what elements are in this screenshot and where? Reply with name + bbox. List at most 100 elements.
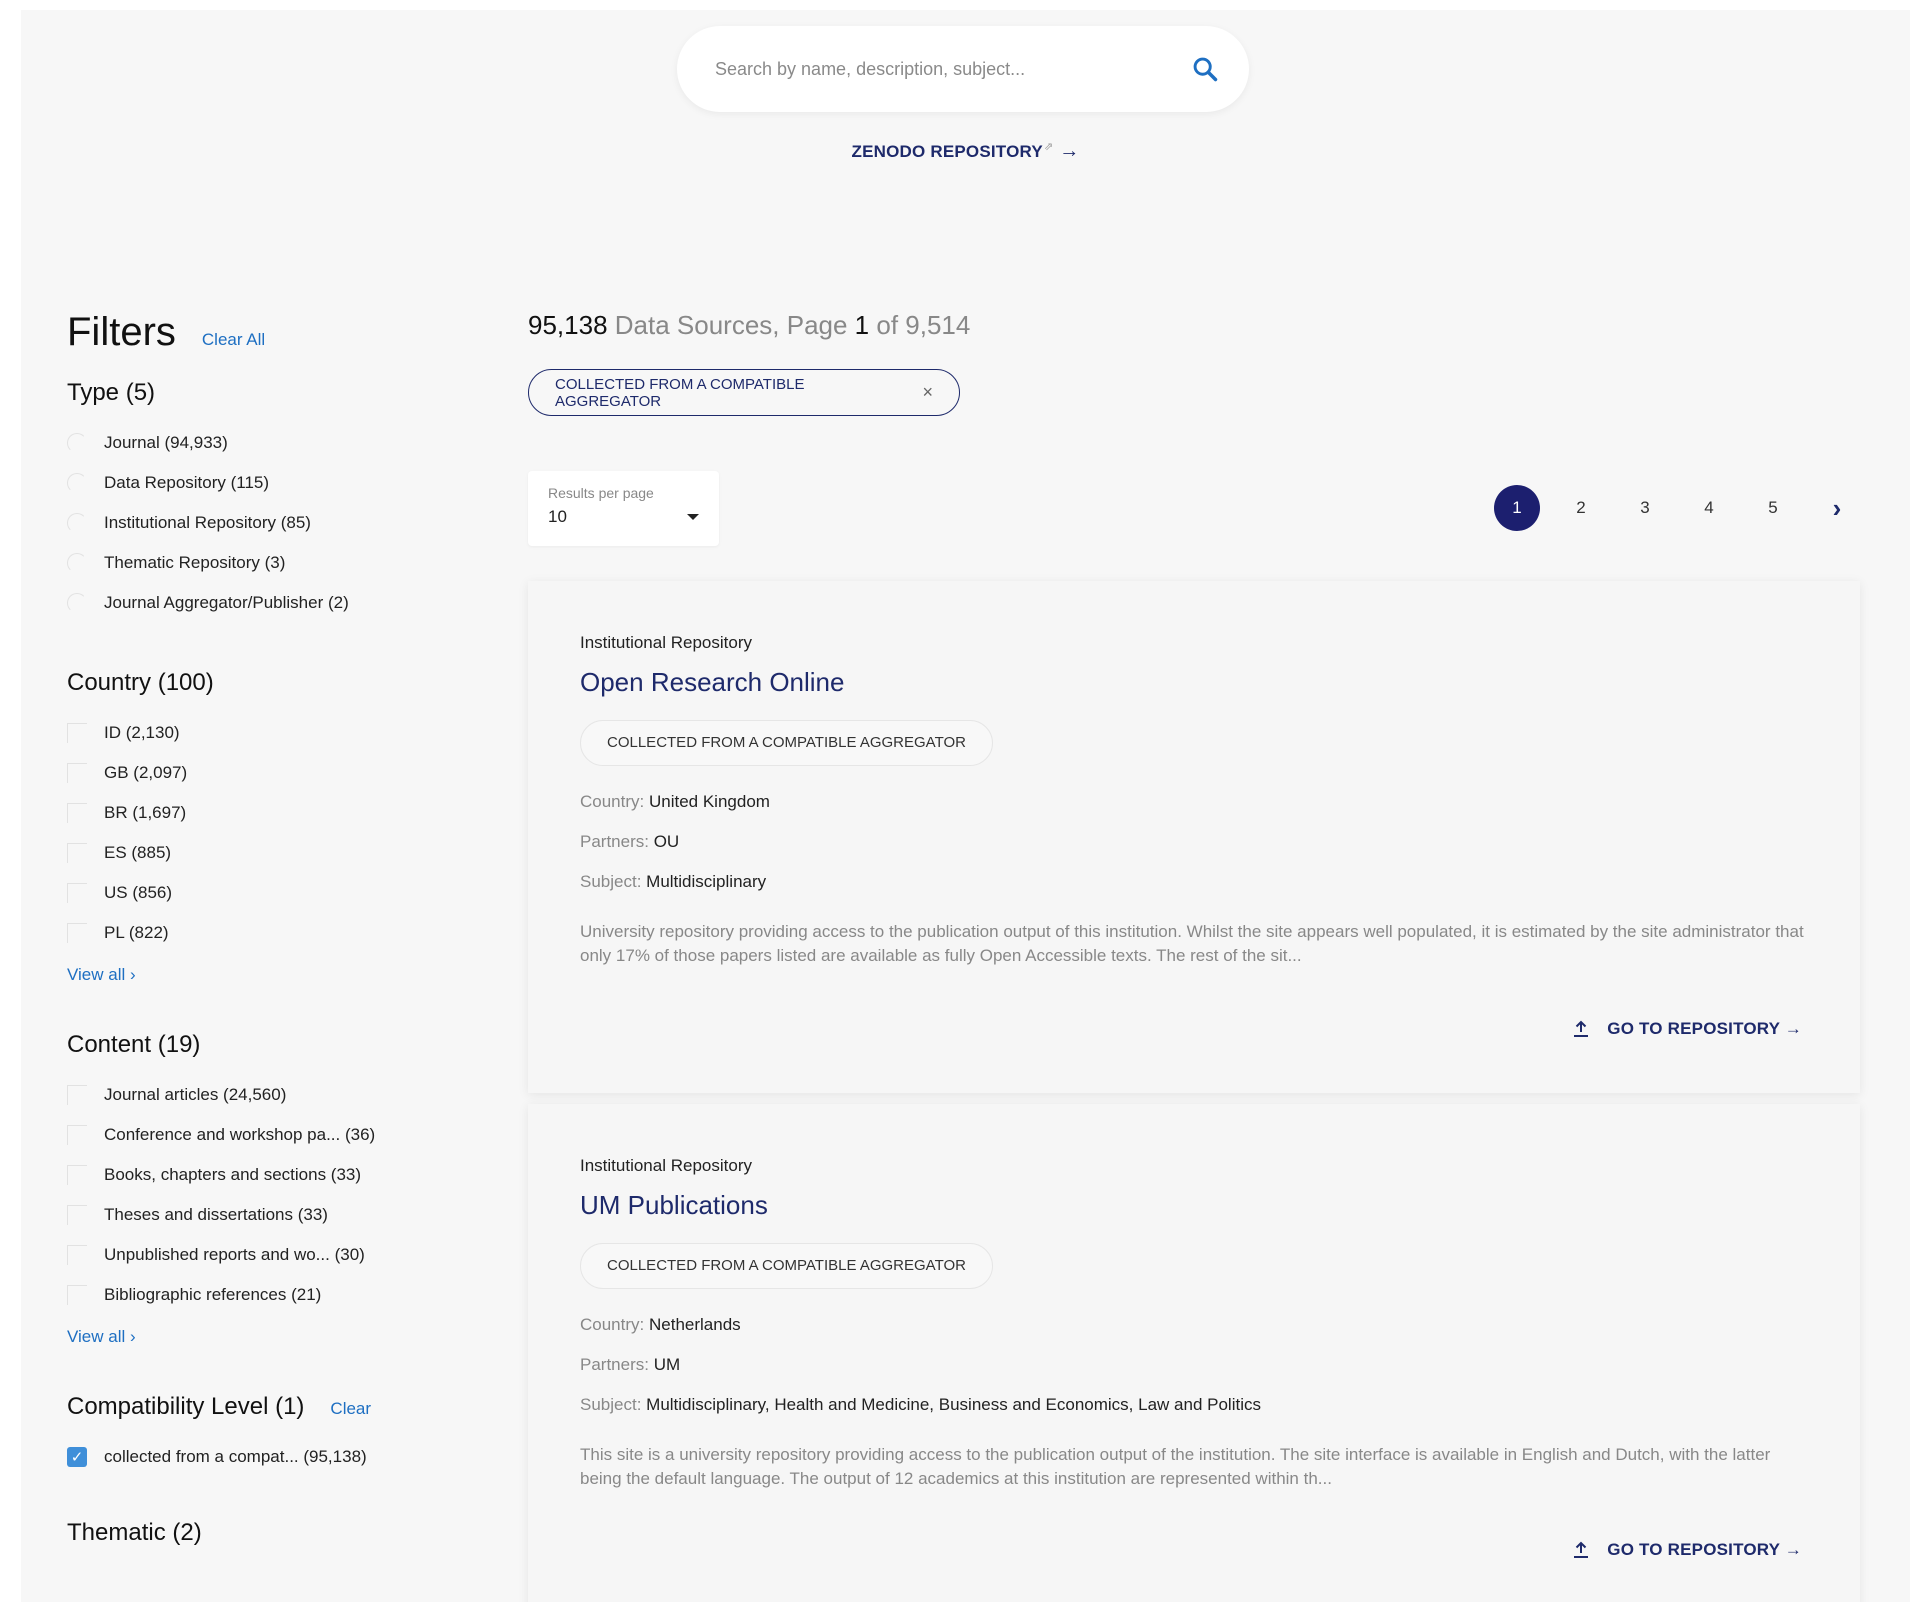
result-card: Institutional Repository UM Publications… (528, 1104, 1860, 1602)
checkbox[interactable] (67, 1085, 87, 1105)
meta-label: Subject: (580, 1395, 647, 1414)
compatibility-badge: COLLECTED FROM A COMPATIBLE AGGREGATOR (580, 1243, 993, 1289)
clear-all-button[interactable]: Clear All (202, 330, 265, 350)
option-label: Theses and dissertations (33) (104, 1205, 328, 1224)
radio[interactable] (67, 433, 87, 453)
pagination: 1 2 3 4 5 › (1494, 485, 1878, 531)
compatibility-clear-button[interactable]: Clear (330, 1399, 371, 1419)
radio[interactable] (67, 473, 87, 493)
page-button-1[interactable]: 1 (1494, 485, 1540, 531)
checkbox[interactable] (67, 1205, 87, 1225)
filter-group-country: Country (100) ID (2,130) GB (2,097) BR (… (67, 669, 467, 985)
filter-group-content: Content (19) Journal articles (24,560) C… (67, 1031, 467, 1347)
option-label: Thematic Repository (3) (104, 553, 286, 572)
country-option[interactable]: BR (1,697) (67, 793, 467, 833)
option-label: Bibliographic references (21) (104, 1285, 322, 1304)
radio[interactable] (67, 593, 87, 613)
results-of: of (869, 310, 906, 340)
type-option-journal-aggregator[interactable]: Journal Aggregator/Publisher (2) (67, 583, 467, 623)
group-title-compatibility: Compatibility Level (1) Clear (67, 1393, 467, 1421)
radio[interactable] (67, 513, 87, 533)
content-option[interactable]: Journal articles (24,560) (67, 1075, 467, 1115)
meta-value: OU (653, 832, 680, 851)
card-subject: Subject: Multidisciplinary, Health and M… (580, 1395, 1808, 1415)
checkbox[interactable] (67, 923, 87, 943)
type-option-institutional-repository[interactable]: Institutional Repository (85) (67, 503, 467, 543)
meta-value: UM (653, 1355, 681, 1374)
checkbox[interactable] (67, 843, 87, 863)
content-view-all-link[interactable]: View all › (67, 1327, 136, 1347)
zenodo-label[interactable]: ZENODO REPOSITORY (852, 142, 1043, 161)
search-input[interactable] (715, 58, 1191, 80)
search-icon[interactable] (1191, 55, 1219, 83)
result-card: Institutional Repository Open Research O… (528, 581, 1860, 1093)
page-button-5[interactable]: 5 (1750, 485, 1796, 531)
checkbox[interactable] (67, 883, 87, 903)
option-label: Journal articles (24,560) (104, 1085, 287, 1104)
card-title-link[interactable]: Open Research Online (580, 667, 1808, 698)
meta-label: Subject: (580, 872, 647, 891)
go-to-repository-button[interactable]: GO TO REPOSITORY → (1571, 1540, 1802, 1560)
go-to-repository-button[interactable]: GO TO REPOSITORY → (1571, 1019, 1802, 1039)
chevron-right-icon[interactable]: › (1814, 485, 1860, 531)
meta-label: Partners: (580, 832, 654, 851)
upload-icon (1574, 1541, 1589, 1558)
content-option[interactable]: Theses and dissertations (33) (67, 1195, 467, 1235)
page-button-4[interactable]: 4 (1686, 485, 1732, 531)
content-option[interactable]: Bibliographic references (21) (67, 1275, 467, 1315)
option-label: Unpublished reports and wo... (30) (104, 1245, 365, 1264)
checkbox[interactable] (67, 1165, 87, 1185)
close-icon[interactable]: × (922, 382, 933, 403)
content-option[interactable]: Books, chapters and sections (33) (67, 1155, 467, 1195)
results-per-page-select[interactable]: Results per page 10 (528, 471, 719, 546)
radio[interactable] (67, 553, 87, 573)
compatibility-option[interactable]: ✓ collected from a compat... (95,138) (67, 1437, 467, 1477)
card-description: University repository providing access t… (580, 922, 1804, 965)
meta-value: Netherlands (648, 1315, 741, 1334)
external-link-icon: ⇗ (1043, 141, 1054, 154)
country-option[interactable]: ES (885) (67, 833, 467, 873)
checkbox[interactable] (67, 1245, 87, 1265)
meta-label: Country: (580, 792, 649, 811)
country-view-all-link[interactable]: View all › (67, 965, 136, 985)
filters-panel: Filters Clear All Type (5) Journal (94,9… (67, 310, 467, 1547)
active-filter-chip[interactable]: COLLECTED FROM A COMPATIBLE AGGREGATOR × (528, 369, 960, 416)
country-option[interactable]: US (856) (67, 873, 467, 913)
checkbox-checked[interactable]: ✓ (67, 1447, 87, 1467)
meta-value: United Kingdom (648, 792, 770, 811)
card-partners: Partners: OU (580, 832, 1808, 852)
country-option[interactable]: PL (822) (67, 913, 467, 953)
option-label: Journal Aggregator/Publisher (2) (104, 593, 349, 612)
type-option-thematic-repository[interactable]: Thematic Repository (3) (67, 543, 467, 583)
compatibility-title: Compatibility Level (1) (67, 1393, 305, 1420)
checkbox[interactable] (67, 803, 87, 823)
option-label: PL (822) (104, 923, 169, 942)
group-title-thematic: Thematic (2) (67, 1519, 202, 1546)
page-button-2[interactable]: 2 (1558, 485, 1604, 531)
checkbox[interactable] (67, 763, 87, 783)
card-title-link[interactable]: UM Publications (580, 1190, 1808, 1221)
option-label: ID (2,130) (104, 723, 180, 742)
results-total: 95,138 (528, 310, 608, 340)
zenodo-repository-link[interactable]: ZENODO REPOSITORY⇗ → (21, 140, 1910, 163)
country-option[interactable]: GB (2,097) (67, 753, 467, 793)
type-option-data-repository[interactable]: Data Repository (115) (67, 463, 467, 503)
results-label: Data Sources, Page (607, 310, 855, 340)
type-option-journal[interactable]: Journal (94,933) (67, 423, 467, 463)
option-label: Journal (94,933) (104, 433, 228, 452)
page-button-3[interactable]: 3 (1622, 485, 1668, 531)
country-option[interactable]: ID (2,130) (67, 713, 467, 753)
search-bar[interactable] (677, 26, 1249, 112)
content-option[interactable]: Conference and workshop pa... (36) (67, 1115, 467, 1155)
option-label: Books, chapters and sections (33) (104, 1165, 362, 1184)
filters-header: Filters Clear All (67, 310, 467, 355)
group-title-country: Country (100) (67, 669, 214, 696)
upload-icon (1574, 1020, 1589, 1037)
content-option[interactable]: Unpublished reports and wo... (30) (67, 1235, 467, 1275)
checkbox[interactable] (67, 1285, 87, 1305)
checkbox[interactable] (67, 1125, 87, 1145)
checkbox[interactable] (67, 723, 87, 743)
card-description: This site is a university repository pro… (580, 1445, 1771, 1488)
option-label: GB (2,097) (104, 763, 188, 782)
results-per-page-value: 10 (548, 507, 567, 526)
